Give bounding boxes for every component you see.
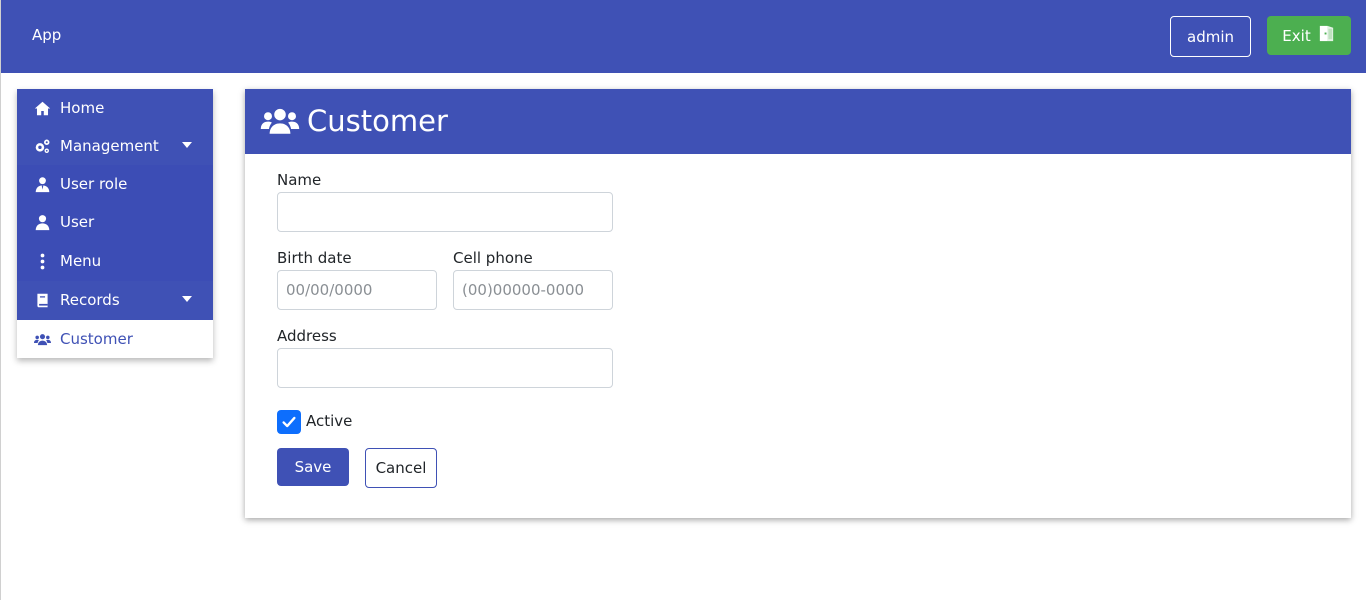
exit-label: Exit — [1282, 26, 1311, 45]
sidebar: Home Management User role User Menu Reco… — [17, 89, 213, 358]
sidebar-item-label: User role — [60, 175, 128, 193]
sidebar-item-menu[interactable]: Menu — [17, 242, 213, 280]
address-input[interactable] — [277, 348, 613, 388]
sidebar-item-label: Records — [60, 291, 120, 309]
user-tie-icon — [32, 174, 52, 194]
address-label: Address — [277, 327, 337, 345]
sidebar-item-records[interactable]: Records — [17, 281, 213, 319]
page-title: Customer — [307, 104, 448, 138]
user-icon — [32, 212, 52, 232]
sidebar-item-home[interactable]: Home — [17, 89, 213, 127]
sidebar-item-label: Customer — [60, 330, 133, 348]
card-header: Customer — [245, 89, 1351, 154]
cell-phone-input[interactable] — [453, 270, 613, 310]
cell-phone-label: Cell phone — [453, 249, 533, 267]
sidebar-item-user[interactable]: User — [17, 203, 213, 241]
sidebar-item-label: Management — [60, 137, 159, 155]
app-brand[interactable]: App — [32, 26, 61, 44]
active-checkbox[interactable] — [277, 410, 301, 434]
management-submenu: User role User Menu — [17, 165, 213, 281]
exit-button[interactable]: Exit — [1267, 16, 1351, 55]
cancel-button[interactable]: Cancel — [365, 448, 437, 488]
cogs-icon — [32, 136, 52, 156]
name-input[interactable] — [277, 192, 613, 232]
top-navbar: App admin Exit — [1, 0, 1366, 73]
active-label[interactable]: Active — [306, 412, 352, 430]
chevron-down-icon — [182, 296, 192, 302]
user-menu-button[interactable]: admin — [1170, 16, 1251, 57]
users-icon — [260, 105, 300, 137]
sidebar-item-user-role[interactable]: User role — [17, 165, 213, 203]
sidebar-item-management[interactable]: Management — [17, 127, 213, 165]
book-icon — [32, 290, 52, 310]
birth-date-label: Birth date — [277, 249, 352, 267]
check-icon — [282, 416, 296, 428]
sidebar-item-label: Home — [60, 99, 105, 117]
ellipsis-vertical-icon — [32, 251, 52, 271]
chevron-down-icon — [182, 142, 192, 148]
save-button[interactable]: Save — [277, 448, 349, 486]
home-icon — [32, 98, 52, 118]
sidebar-item-label: User — [60, 213, 95, 231]
sidebar-item-label: Menu — [60, 252, 102, 270]
users-icon — [32, 329, 52, 349]
birth-date-input[interactable] — [277, 270, 437, 310]
sidebar-item-customer[interactable]: Customer — [17, 320, 213, 358]
door-exit-icon — [1317, 24, 1336, 47]
name-label: Name — [277, 171, 322, 189]
customer-form-card: Customer Name Birth date Cell phone Addr… — [245, 89, 1351, 518]
